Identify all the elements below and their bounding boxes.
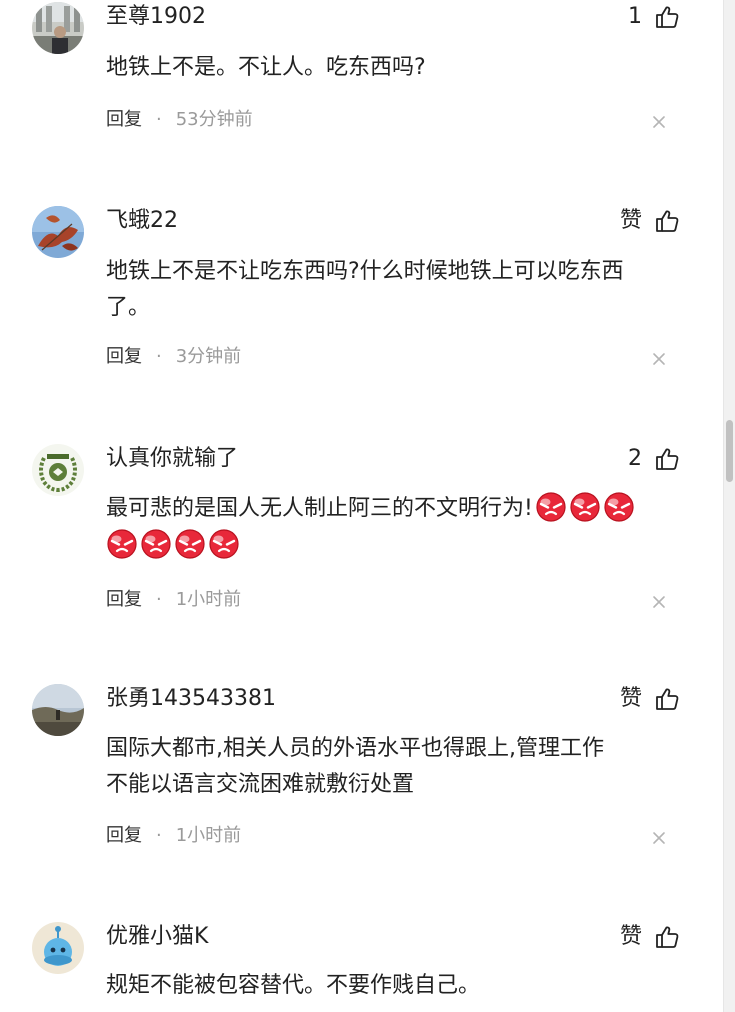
username[interactable]: 飞蛾22 [106, 206, 178, 236]
angry-face-icon [141, 529, 171, 559]
scrollbar-thumb[interactable] [726, 420, 733, 482]
angry-face-icon [175, 529, 205, 559]
comment-actions: 回复 · 1小时前 [106, 588, 241, 612]
thumbs-up-icon[interactable] [654, 686, 680, 712]
angry-face-icon [107, 529, 137, 559]
angry-face-icon [604, 492, 634, 522]
timestamp: 53分钟前 [175, 109, 253, 130]
separator-dot: · [156, 825, 162, 846]
avatar[interactable] [32, 922, 84, 974]
comment-text-line: 地铁上不是。不让人。吃东西吗? [106, 55, 426, 80]
like-button[interactable]: 赞 [620, 206, 680, 236]
vertical-scrollbar[interactable] [723, 0, 735, 1012]
angry-face-icon [209, 529, 239, 559]
username[interactable]: 至尊1902 [106, 2, 206, 32]
comment-text: 地铁上不是不让吃东西吗?什么时候地铁上可以吃东西 了。 [106, 254, 696, 326]
like-label: 赞 [619, 686, 642, 711]
comment-text-line: 不能以语言交流困难就敷衍处置 [106, 772, 415, 797]
comment-text-line: 规矩不能被包容替代。不要作贱自己。 [106, 973, 481, 998]
thumbs-up-icon[interactable] [654, 208, 680, 234]
like-button[interactable]: 1 [628, 2, 680, 32]
username[interactable]: 张勇143543381 [106, 684, 276, 714]
comment-text-line: 国际大都市,相关人员的外语水平也得跟上,管理工作 [106, 736, 604, 761]
angry-face-icon [536, 492, 566, 522]
separator-dot: · [156, 589, 162, 610]
separator-dot: · [156, 346, 162, 367]
thumbs-up-icon[interactable] [654, 924, 680, 950]
like-button[interactable]: 赞 [620, 684, 680, 714]
reply-button[interactable]: 回复 [106, 108, 142, 132]
comment-text-line: 最可悲的是国人无人制止阿三的不文明行为! [106, 490, 706, 527]
comment-actions: 回复 · 53分钟前 [106, 108, 253, 132]
comment-text: 最可悲的是国人无人制止阿三的不文明行为! [106, 490, 706, 564]
close-icon[interactable] [652, 352, 666, 366]
comment-text: 国际大都市,相关人员的外语水平也得跟上,管理工作 不能以语言交流困难就敷衍处置 [106, 731, 696, 803]
comment-text-line [106, 527, 706, 564]
username[interactable]: 认真你就输了 [106, 444, 238, 474]
reply-button[interactable]: 回复 [106, 824, 142, 848]
avatar[interactable] [32, 2, 84, 54]
reply-button[interactable]: 回复 [106, 345, 142, 369]
close-icon[interactable] [652, 595, 666, 609]
timestamp: 3分钟前 [175, 346, 242, 367]
like-count: 2 [628, 446, 642, 471]
comment-text-line: 地铁上不是不让吃东西吗?什么时候地铁上可以吃东西 [106, 259, 624, 284]
comment-text: 规矩不能被包容替代。不要作贱自己。 [106, 968, 696, 1004]
thumbs-up-icon[interactable] [654, 446, 680, 472]
like-label: 赞 [619, 208, 642, 233]
timestamp: 1小时前 [175, 825, 242, 846]
comment-text-content: 最可悲的是国人无人制止阿三的不文明行为! [106, 496, 533, 521]
avatar[interactable] [32, 684, 84, 736]
comment-actions: 回复 · 3分钟前 [106, 345, 241, 369]
avatar[interactable] [32, 206, 84, 258]
comment-actions: 回复 · 1小时前 [106, 824, 241, 848]
close-icon[interactable] [652, 831, 666, 845]
timestamp: 1小时前 [175, 589, 242, 610]
thumbs-up-icon[interactable] [654, 4, 680, 30]
comment-text-line: 了。 [106, 295, 151, 320]
username[interactable]: 优雅小猫K [106, 922, 208, 952]
like-label: 赞 [619, 924, 642, 949]
angry-face-icon [570, 492, 600, 522]
reply-button[interactable]: 回复 [106, 588, 142, 612]
like-button[interactable]: 赞 [620, 922, 680, 952]
avatar[interactable] [32, 444, 84, 496]
separator-dot: · [156, 109, 162, 130]
close-icon[interactable] [652, 115, 666, 129]
like-count: 1 [628, 4, 642, 29]
comment-text: 地铁上不是。不让人。吃东西吗? [106, 50, 696, 86]
like-button[interactable]: 2 [628, 444, 680, 474]
